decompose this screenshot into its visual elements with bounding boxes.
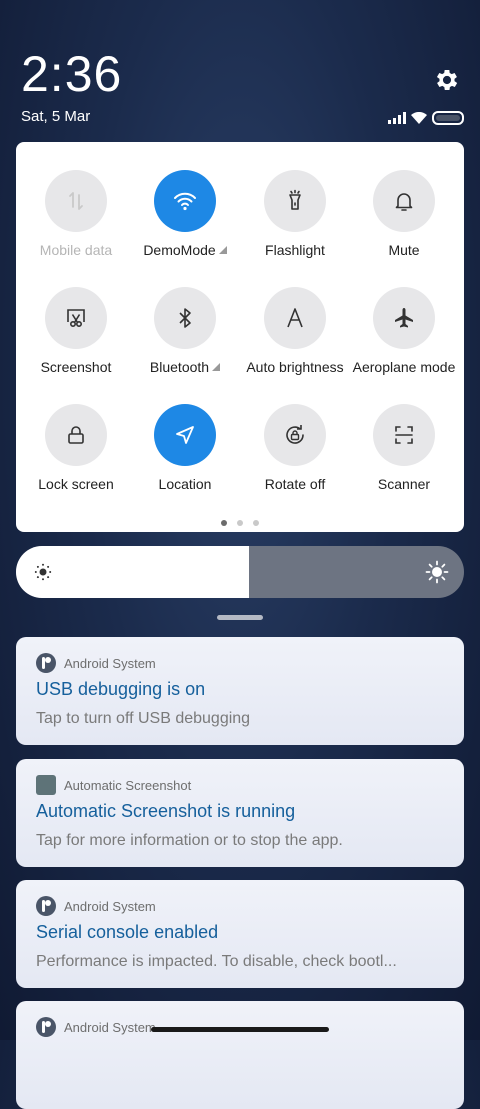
tile-label: Aeroplane mode (352, 359, 456, 375)
page-dot[interactable] (221, 520, 227, 526)
notification-card[interactable]: Android System (16, 1001, 464, 1109)
screenshot-icon (45, 287, 107, 349)
brightness-high-icon (425, 560, 449, 584)
tile-mute[interactable]: Mute (349, 170, 459, 258)
notification-body: Tap to turn off USB debugging (36, 710, 251, 727)
drag-handle[interactable] (217, 615, 263, 620)
tile-auto-brightness[interactable]: Auto brightness (240, 287, 350, 375)
tile-label: Lock screen (38, 476, 114, 492)
bluetooth-icon (154, 287, 216, 349)
page-dot[interactable] (253, 520, 259, 526)
notification-card[interactable]: Android System USB debugging is on Tap t… (16, 637, 464, 745)
notification-title: USB debugging is on (36, 679, 206, 699)
app-square-icon (36, 775, 56, 795)
brightness-low-icon (34, 563, 52, 581)
notification-app-name: Android System (64, 655, 156, 671)
tile-label: DemoMode (143, 242, 216, 258)
battery-icon (432, 111, 464, 125)
quick-settings-panel: Mobile data DemoMode Flashlight Mute Scr… (16, 142, 464, 532)
notification-card[interactable]: Android System Serial console enabled Pe… (16, 880, 464, 988)
tile-label: Scanner (377, 476, 431, 492)
tile-label: Flashlight (265, 242, 325, 258)
android-system-icon (36, 896, 56, 916)
notification-body: Performance is impacted. To disable, che… (36, 953, 397, 970)
notification-app-name: Automatic Screenshot (64, 777, 192, 793)
tile-label: Auto brightness (246, 359, 344, 375)
brightness-slider[interactable] (16, 546, 464, 598)
tile-scanner[interactable]: Scanner (349, 404, 459, 492)
android-system-icon (36, 653, 56, 673)
tile-flashlight[interactable]: Flashlight (240, 170, 350, 258)
clock[interactable]: 2:36 (21, 46, 122, 102)
tile-location[interactable]: Location (130, 404, 240, 492)
notification-title: Automatic Screenshot is running (36, 801, 296, 821)
flashlight-icon (264, 170, 326, 232)
tile-label: Location (158, 476, 212, 492)
auto-brightness-icon (264, 287, 326, 349)
tile-label: Bluetooth (149, 359, 210, 375)
page-indicator (16, 520, 464, 526)
tile-rotate-off[interactable]: Rotate off (240, 404, 350, 492)
lock-icon (45, 404, 107, 466)
page-dot[interactable] (237, 520, 243, 526)
notification-body: Tap for more information or to stop the … (36, 832, 343, 849)
tile-label: Screenshot (40, 359, 112, 375)
gesture-nav-bar[interactable] (151, 1027, 329, 1032)
expand-arrow-icon (212, 363, 221, 371)
android-system-icon (36, 1017, 56, 1037)
tile-screenshot[interactable]: Screenshot (21, 287, 131, 375)
tile-bluetooth[interactable]: Bluetooth (130, 287, 240, 375)
notification-app-name: Android System (64, 898, 156, 914)
tile-aeroplane-mode[interactable]: Aeroplane mode (349, 287, 459, 375)
notification-title: Serial console enabled (36, 922, 219, 942)
tile-label: Mobile data (39, 242, 113, 258)
tile-label: Mute (388, 242, 420, 258)
notification-app-name: Android System (64, 1019, 156, 1035)
airplane-icon (373, 287, 435, 349)
status-icons (388, 110, 464, 126)
notification-card[interactable]: Automatic Screenshot Automatic Screensho… (16, 759, 464, 867)
tile-label: Rotate off (264, 476, 326, 492)
rotate-lock-icon (264, 404, 326, 466)
location-icon (154, 404, 216, 466)
tile-lock-screen[interactable]: Lock screen (21, 404, 131, 492)
gear-icon[interactable] (433, 66, 461, 94)
scanner-icon (373, 404, 435, 466)
bell-icon (373, 170, 435, 232)
wifi-icon (154, 170, 216, 232)
date[interactable]: Sat, 5 Mar (21, 108, 90, 125)
wifi-icon (411, 112, 427, 124)
signal-icon (388, 112, 406, 124)
mobile-data-icon (45, 170, 107, 232)
expand-arrow-icon (218, 246, 227, 254)
tile-demomode[interactable]: DemoMode (130, 170, 240, 258)
tile-mobile-data[interactable]: Mobile data (21, 170, 131, 258)
